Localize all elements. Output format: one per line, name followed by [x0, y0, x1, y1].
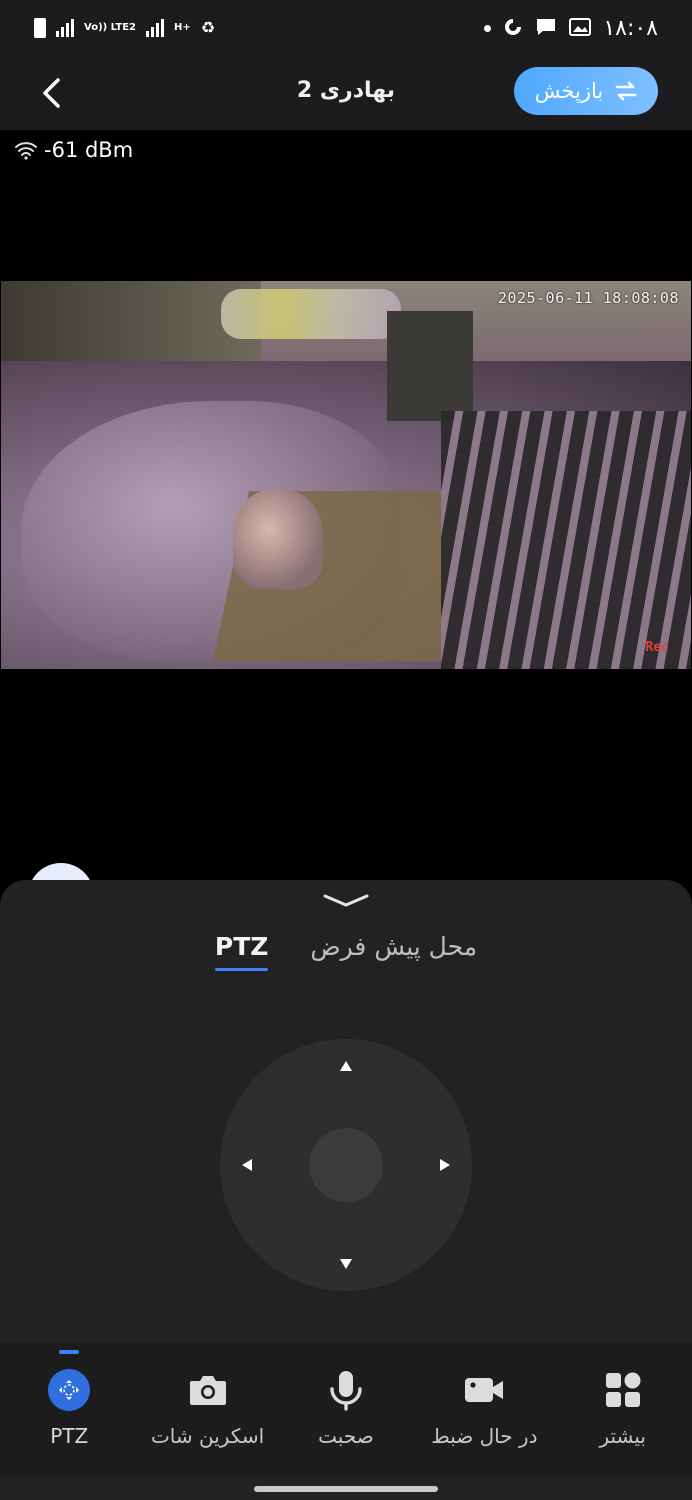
joystick-knob[interactable]: [309, 1128, 383, 1202]
swap-arrows-icon: [615, 81, 637, 101]
header: بهادری 2 بازپخش: [0, 56, 692, 130]
pan-left-arrow-icon[interactable]: [242, 1159, 252, 1171]
notification-dot-icon: [484, 24, 492, 32]
tab-ptz[interactable]: PTZ: [214, 932, 268, 971]
network-type-label: Vo)) LTE2: [84, 22, 137, 33]
camera-icon: [186, 1368, 230, 1412]
cell-signal-2-icon: [146, 19, 165, 37]
bottom-toolbar: PTZ اسکرین شات صحبت در حال ضبط بیشتر: [0, 1342, 692, 1476]
video-scene-person: [233, 489, 323, 589]
sheet-tabs: PTZ محل پیش فرض: [0, 932, 692, 971]
network-type-2-label: H+: [174, 22, 191, 33]
toolbar-label-ptz: PTZ: [50, 1424, 89, 1448]
toolbar-label-talk: صحبت: [318, 1424, 374, 1448]
status-bar: Vo)) LTE2 H+ ♻ ۱۸:۰۸: [0, 0, 692, 56]
app-notification-icon: [503, 17, 523, 40]
ptz-icon: [48, 1369, 91, 1411]
image-icon: [569, 17, 592, 40]
video-timestamp: 2025-06-11 18:08:08: [497, 289, 679, 307]
cell-signal-icon: [56, 19, 74, 37]
pan-right-arrow-icon[interactable]: [440, 1159, 450, 1171]
clock: ۱۸:۰۸: [603, 15, 658, 41]
home-indicator[interactable]: [254, 1486, 438, 1492]
video-scene-box: [387, 311, 473, 421]
status-right: ۱۸:۰۸: [484, 16, 658, 41]
tab-preset-position[interactable]: محل پیش فرض: [310, 932, 477, 967]
rec-indicator: Rec: [645, 640, 669, 655]
signal-strength: -61 dBm: [44, 138, 134, 162]
recycle-icon: ♻: [200, 18, 216, 37]
status-left: Vo)) LTE2 H+ ♻: [34, 18, 215, 38]
wifi-icon: [15, 142, 37, 160]
ptz-joystick[interactable]: [220, 1039, 472, 1291]
microphone-icon: [324, 1368, 368, 1412]
toolbar-item-record[interactable]: در حال ضبط: [415, 1350, 553, 1448]
toolbar-item-screenshot[interactable]: اسکرین شات: [139, 1350, 277, 1448]
grid-icon: [601, 1368, 645, 1412]
pan-up-arrow-icon[interactable]: [340, 1061, 352, 1071]
chevron-down-icon: [323, 894, 369, 907]
pan-down-arrow-icon[interactable]: [340, 1259, 352, 1269]
toolbar-item-more[interactable]: بیشتر: [554, 1350, 692, 1448]
video-record-icon: [462, 1368, 506, 1412]
message-icon: [535, 17, 557, 40]
playback-label: بازپخش: [534, 79, 604, 103]
toolbar-item-talk[interactable]: صحبت: [277, 1350, 415, 1448]
battery-icon: [34, 18, 46, 38]
active-indicator: [59, 1350, 80, 1354]
toolbar-item-ptz[interactable]: PTZ: [0, 1350, 138, 1448]
collapse-sheet-button[interactable]: [322, 890, 370, 910]
control-sheet: PTZ محل پیش فرض PTZ اسکرین شات صحبت در ح…: [0, 880, 692, 1500]
camera-live-view[interactable]: 2025-06-11 18:08:08 Rec: [1, 281, 691, 669]
video-scene-bags: [221, 289, 401, 339]
toolbar-label-record: در حال ضبط: [431, 1424, 538, 1448]
video-scene-machine: [441, 411, 691, 669]
playback-button[interactable]: بازپخش: [514, 67, 658, 115]
toolbar-label-more: بیشتر: [599, 1424, 646, 1448]
toolbar-label-screenshot: اسکرین شات: [150, 1424, 265, 1448]
video-area: -61 dBm 2025-06-11 18:08:08 Rec: [0, 130, 692, 929]
wifi-signal-readout: -61 dBm: [14, 138, 133, 162]
